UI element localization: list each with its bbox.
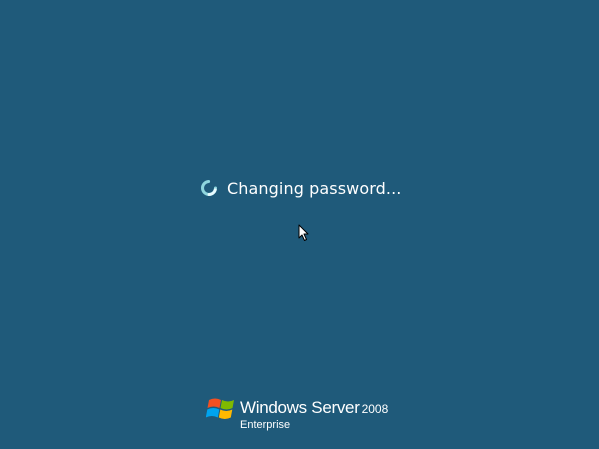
mouse-pointer-icon	[298, 224, 309, 241]
windows-flag-icon	[206, 398, 234, 419]
product-name-text: Windows Server	[240, 398, 360, 417]
product-version: 2008	[361, 402, 389, 416]
status-text: Changing password...	[227, 178, 402, 198]
product-name: Windows Server 2008	[240, 398, 388, 418]
status-message-area: Changing password...	[200, 176, 401, 200]
loading-spinner-icon	[201, 180, 217, 196]
product-edition: Enterprise	[240, 419, 291, 431]
windows-server-branding: Windows Server 2008 Enterprise	[206, 392, 406, 436]
